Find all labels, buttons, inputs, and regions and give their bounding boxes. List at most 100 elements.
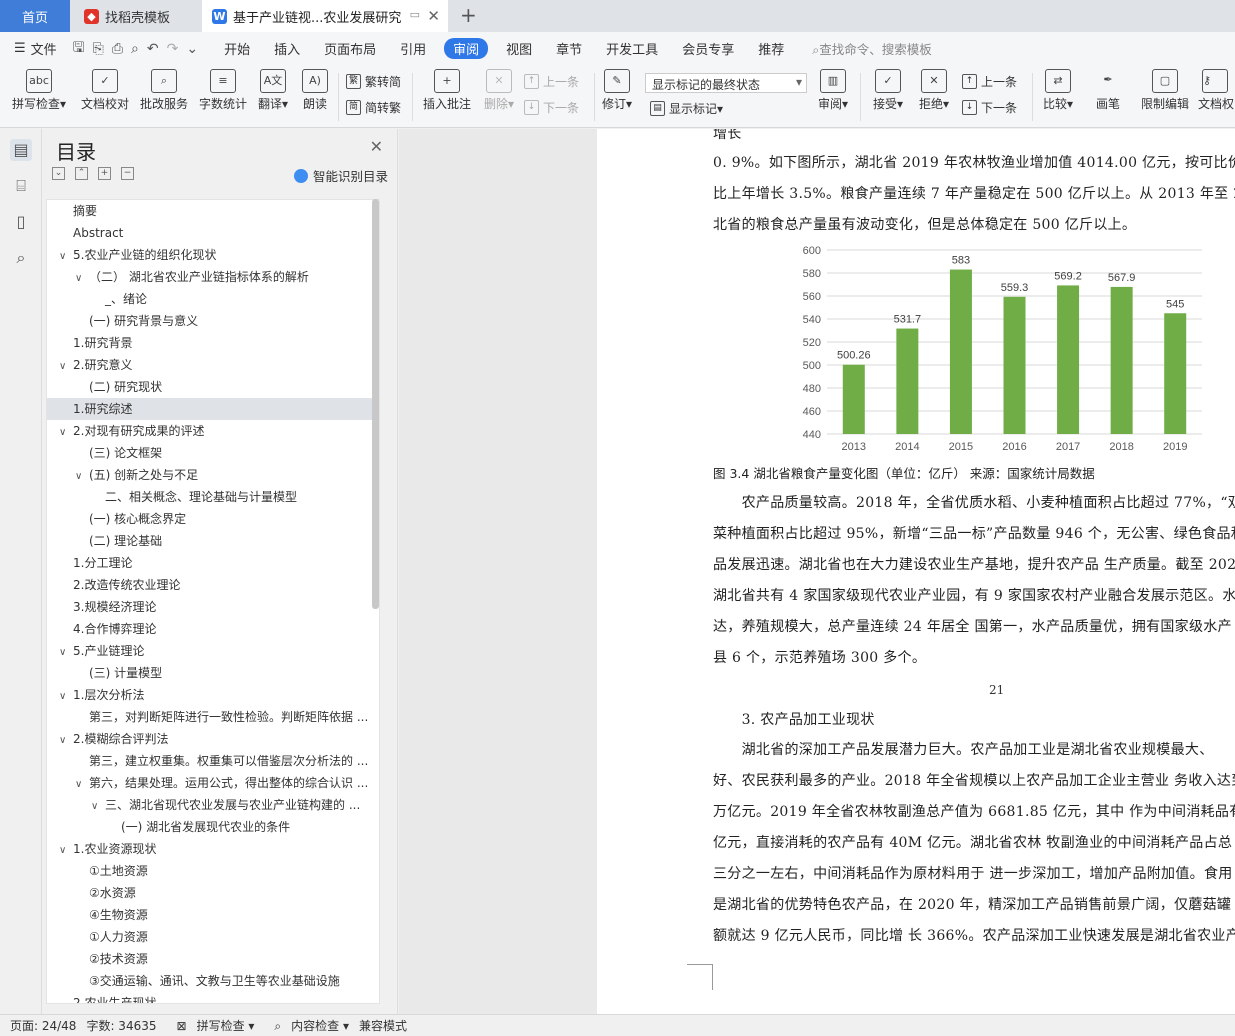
- toc-panel-icon[interactable]: ▤: [10, 139, 32, 161]
- menu-reference[interactable]: 引用: [388, 39, 438, 58]
- spell-check-button[interactable]: abc 拼写检查▾: [8, 69, 70, 112]
- new-tab-icon[interactable]: +: [460, 3, 477, 27]
- menu-member[interactable]: 会员专享: [670, 39, 746, 58]
- toc-item[interactable]: ②技术资源: [47, 948, 379, 970]
- menu-start[interactable]: 开始: [212, 39, 262, 58]
- menu-recommend[interactable]: 推荐: [746, 39, 796, 58]
- read-aloud-button[interactable]: A) 朗读: [298, 69, 332, 112]
- prev-comment-button[interactable]: ↑ 上一条: [524, 73, 579, 90]
- toc-item[interactable]: ∨ 第六，结果处理。运用公式，得出整体的综合认识 ...: [47, 772, 379, 794]
- toc-item[interactable]: ∨ 2.模糊综合评判法: [47, 728, 379, 750]
- toc-item[interactable]: (一) 核心概念界定: [47, 508, 379, 530]
- toc-item[interactable]: 第三，建立权重集。权重集可以借鉴层次分析法的 ...: [47, 750, 379, 772]
- toc-item[interactable]: (三) 计量模型: [47, 662, 379, 684]
- toc-item[interactable]: ∨ 2.对现有研究成果的评述: [47, 420, 379, 442]
- toc-item[interactable]: ∨ 5.产业链理论: [47, 640, 379, 662]
- toc-item[interactable]: ③交通运输、通讯、文教与卫生等农业基础设施: [47, 970, 379, 992]
- tab-home[interactable]: 首页: [0, 0, 70, 32]
- translate-button[interactable]: A文 翻译▾: [254, 69, 292, 112]
- simp-to-trad-button[interactable]: 简简转繁: [346, 99, 401, 116]
- pen-button[interactable]: ✒ 画笔: [1090, 69, 1126, 112]
- menu-view[interactable]: 视图: [494, 39, 544, 58]
- tab-daoke[interactable]: ◆ 找稻壳模板: [72, 0, 200, 32]
- toc-item[interactable]: Abstract: [47, 222, 379, 244]
- toc-item[interactable]: 4.合作博弈理论: [47, 618, 379, 640]
- delete-comment-button[interactable]: ✕ 删除▾: [480, 69, 518, 112]
- chevron-down-icon[interactable]: ∨: [75, 774, 89, 794]
- markup-state-select[interactable]: 显示标记的最终状态: [645, 73, 807, 93]
- expand-all-icon[interactable]: ⌄: [52, 167, 65, 180]
- close-tab-icon[interactable]: ✕: [427, 7, 440, 25]
- print-preview-icon[interactable]: ⌕: [127, 41, 143, 57]
- close-icon[interactable]: ✕: [370, 137, 383, 156]
- content-check-status[interactable]: ⌕ 内容检查 ▾: [264, 1017, 349, 1034]
- save-icon[interactable]: 🖫: [69, 37, 89, 61]
- toc-item[interactable]: 摘要: [47, 200, 379, 222]
- bookmark-icon[interactable]: ▯: [10, 211, 32, 233]
- chevron-down-icon[interactable]: ∨: [59, 840, 73, 860]
- toc-item[interactable]: ②水资源: [47, 882, 379, 904]
- command-search[interactable]: ⌕查找命令、搜索模板: [796, 39, 932, 58]
- batch-service-button[interactable]: ⌕ 批改服务: [138, 69, 190, 112]
- collapse-all-icon[interactable]: ⌃: [75, 167, 88, 180]
- next-comment-button[interactable]: ↓ 下一条: [524, 99, 579, 116]
- restrict-edit-button[interactable]: ▢ 限制编辑: [1138, 69, 1192, 112]
- toc-item[interactable]: (三) 论文框架: [47, 442, 379, 464]
- show-markup-button[interactable]: ▤ 显示标记 ▾: [650, 100, 723, 117]
- toc-item[interactable]: ①人力资源: [47, 926, 379, 948]
- file-menu[interactable]: ☰ 文件: [0, 39, 69, 58]
- toc-item[interactable]: 3.规模经济理论: [47, 596, 379, 618]
- chevron-down-icon[interactable]: ∨: [75, 466, 89, 486]
- prev-change-button[interactable]: ↑ 上一条: [962, 73, 1017, 90]
- monitor-icon[interactable]: ▭: [410, 8, 420, 21]
- toc-item[interactable]: ∨ （二） 湖北省农业产业链指标体系的解析: [47, 266, 379, 288]
- track-changes-button[interactable]: ✎ 修订▾: [600, 69, 634, 112]
- menu-insert[interactable]: 插入: [262, 39, 312, 58]
- chevron-down-icon[interactable]: ∨: [91, 796, 105, 816]
- add-heading-icon[interactable]: +: [98, 167, 111, 180]
- word-count-button[interactable]: ≡ 字数统计: [196, 69, 250, 112]
- compare-button[interactable]: ⇄ 比较▾: [1038, 69, 1078, 112]
- toc-item[interactable]: ∨ 1.农业资源现状: [47, 838, 379, 860]
- toc-item[interactable]: ④生物资源: [47, 904, 379, 926]
- chevron-down-icon[interactable]: ∨: [59, 642, 73, 662]
- menu-page-layout[interactable]: 页面布局: [312, 39, 388, 58]
- doc-permission-button[interactable]: ⚷ 文档权: [1198, 69, 1235, 112]
- toc-item[interactable]: 1.研究综述: [47, 398, 379, 420]
- menu-review[interactable]: 审阅: [444, 38, 489, 59]
- print-icon[interactable]: ⎙: [108, 41, 127, 57]
- toc-item[interactable]: 2.农业生产现状: [47, 992, 379, 1003]
- chapter-nav-icon[interactable]: ⌸: [10, 175, 32, 197]
- smart-toc-button[interactable]: 智能识别目录: [293, 166, 388, 185]
- remove-heading-icon[interactable]: −: [121, 167, 134, 180]
- toc-item[interactable]: (二) 研究现状: [47, 376, 379, 398]
- menu-chapter[interactable]: 章节: [544, 39, 594, 58]
- insert-comment-button[interactable]: + 插入批注: [420, 69, 474, 112]
- toc-item[interactable]: ①土地资源: [47, 860, 379, 882]
- toc-item[interactable]: (一) 研究背景与意义: [47, 310, 379, 332]
- toc-item[interactable]: ∨ (五) 创新之处与不足: [47, 464, 379, 486]
- page-indicator[interactable]: 页面: 24/48: [10, 1017, 76, 1034]
- search-icon[interactable]: ⌕: [10, 247, 32, 269]
- chevron-down-icon[interactable]: ∨: [59, 356, 73, 376]
- reject-button[interactable]: ✕ 拒绝▾: [914, 69, 954, 112]
- more-chevron-icon[interactable]: ⌄: [182, 41, 202, 57]
- toc-item[interactable]: ∨ 2.研究意义: [47, 354, 379, 376]
- toc-item[interactable]: ∨ 5.农业产业链的组织化现状: [47, 244, 379, 266]
- toc-item[interactable]: 二、相关概念、理论基础与计量模型: [47, 486, 379, 508]
- review-pane-button[interactable]: ▥ 审阅▾: [814, 69, 852, 112]
- menu-developer[interactable]: 开发工具: [594, 39, 670, 58]
- toc-scrollbar[interactable]: [372, 199, 379, 609]
- undo-icon[interactable]: ↶: [143, 41, 163, 57]
- word-count[interactable]: 字数: 34635: [86, 1017, 156, 1034]
- redo-icon[interactable]: ↷: [163, 41, 183, 57]
- next-change-button[interactable]: ↓ 下一条: [962, 99, 1017, 116]
- chevron-down-icon[interactable]: ∨: [59, 246, 73, 266]
- spell-check-status[interactable]: ⊠ 拼写检查 ▾: [167, 1017, 255, 1034]
- chevron-down-icon[interactable]: ∨: [59, 422, 73, 442]
- tab-document[interactable]: W 基于产业链视...农业发展研究 ▭ ✕: [202, 0, 448, 32]
- toc-item[interactable]: 第三，对判断矩阵进行一致性检验。判断矩阵依据 ...: [47, 706, 379, 728]
- export-pdf-icon[interactable]: ⎘: [89, 41, 108, 57]
- toc-item[interactable]: (二) 理论基础: [47, 530, 379, 552]
- accept-button[interactable]: ✓ 接受▾: [868, 69, 908, 112]
